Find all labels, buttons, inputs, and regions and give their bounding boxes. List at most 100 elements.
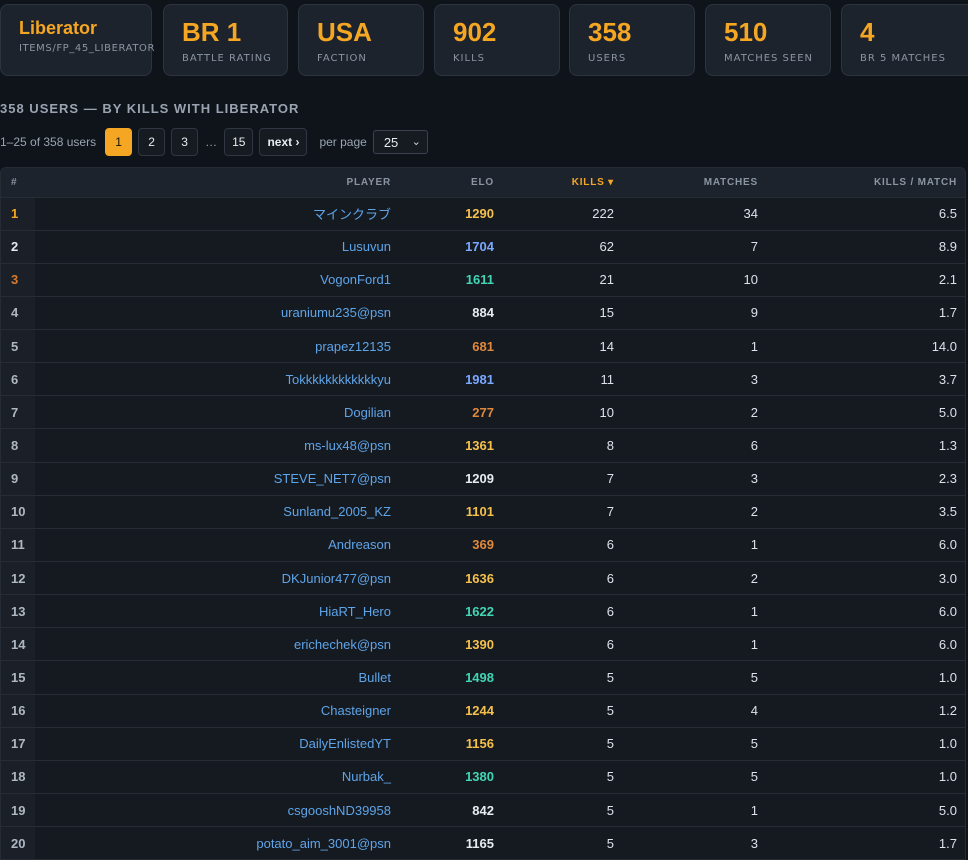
elo-cell: 1156 <box>465 736 494 752</box>
table-body: 1 マインクラブ 1290 222 34 6.5 2 Lusuvun 1704 62 7 8.9 3 Vo… <box>1 197 965 859</box>
rank-cell: 12 <box>1 561 35 595</box>
player-link[interactable]: STEVE_NET7@psn <box>35 462 401 495</box>
player-link[interactable]: Tokkkkkkkkkkkkyu <box>35 363 401 396</box>
table-row: 18 Nurbak_ 1380 5 5 1.0 <box>1 760 965 794</box>
weapon-name: Liberator <box>19 18 98 38</box>
column-header-player[interactable]: PLAYER <box>35 168 401 197</box>
kills-per-match-cell: 6.0 <box>938 537 957 553</box>
next-page-button[interactable]: next › <box>259 128 308 156</box>
player-link[interactable]: Dogilian <box>35 396 401 429</box>
column-header-rank[interactable]: # <box>1 168 35 197</box>
rank-cell: 19 <box>1 793 35 827</box>
column-header-matches[interactable]: MATCHES <box>624 168 768 197</box>
elo-cell: 1704 <box>465 239 494 255</box>
column-header-kills[interactable]: KILLS ▾ <box>504 168 624 197</box>
rank-cell: 16 <box>1 694 35 728</box>
rank-cell: 13 <box>1 594 35 628</box>
table-row: 7 Dogilian 277 10 2 5.0 <box>1 395 965 429</box>
player-link[interactable]: Bullet <box>35 661 401 694</box>
users-label: USERS <box>588 53 627 64</box>
elo-cell: 1636 <box>465 570 494 586</box>
table-row: 20 potato_aim_3001@psn 1165 5 3 1.7 <box>1 826 965 859</box>
matches-cell: 1 <box>750 636 758 652</box>
kills-per-match-cell: 6.0 <box>938 636 957 652</box>
elo-cell: 1209 <box>465 471 494 487</box>
kills-per-match-cell: 1.7 <box>938 305 957 321</box>
kills-cell: 5 <box>606 769 614 785</box>
kills-cell: 5 <box>606 703 614 719</box>
kills-cell: 10 <box>599 404 614 420</box>
kills-cell: 21 <box>599 272 614 288</box>
battle-rating-value: BR 1 <box>182 17 242 47</box>
player-link[interactable]: ms-lux48@psn <box>35 429 401 462</box>
page-1-button[interactable]: 1 <box>105 128 133 156</box>
player-link[interactable]: Lusuvun <box>35 230 401 263</box>
rank-cell: 7 <box>1 395 35 429</box>
page-2-button[interactable]: 2 <box>138 128 166 156</box>
kills-per-match-cell: 6.0 <box>938 603 957 619</box>
kills-per-match-cell: 6.5 <box>938 206 957 222</box>
player-link[interactable]: prapez12135 <box>35 330 401 363</box>
matches-cell: 1 <box>750 603 758 619</box>
kills-per-match-cell: 1.3 <box>938 438 957 454</box>
matches-cell: 2 <box>750 504 758 520</box>
table-row: 1 マインクラブ 1290 222 34 6.5 <box>1 197 965 231</box>
matches-cell: 2 <box>750 570 758 586</box>
table-row: 9 STEVE_NET7@psn 1209 7 3 2.3 <box>1 462 965 496</box>
player-link[interactable]: DailyEnlistedYT <box>35 727 401 760</box>
elo-cell: 1165 <box>465 835 494 851</box>
kills-cell: 5 <box>606 835 614 851</box>
player-link[interactable]: DKJunior477@psn <box>35 562 401 595</box>
player-link[interactable]: Chasteigner <box>35 694 401 727</box>
weapon-name-card: Liberator ITEMS/FP_45_LIBERATOR <box>0 4 154 76</box>
kills-cell: 15 <box>599 305 614 321</box>
table-row: 6 Tokkkkkkkkkkkkyu 1981 11 3 3.7 <box>1 362 965 396</box>
matches-cell: 9 <box>750 305 758 321</box>
kills-cell: 7 <box>606 471 614 487</box>
column-header-elo[interactable]: ELO <box>401 168 504 197</box>
kills-per-match-cell: 1.7 <box>938 835 957 851</box>
rank-cell: 6 <box>1 362 35 396</box>
player-link[interactable]: Nurbak_ <box>35 760 401 793</box>
kills-cell: 62 <box>599 239 614 255</box>
elo-cell: 842 <box>472 802 494 818</box>
table-row: 5 prapez12135 681 14 1 14.0 <box>1 329 965 363</box>
player-link[interactable]: Sunland_2005_KZ <box>35 495 401 528</box>
last-page-button[interactable]: 15 <box>224 128 254 156</box>
matches-cell: 2 <box>750 404 758 420</box>
matches-cell: 3 <box>750 371 758 387</box>
elo-cell: 1244 <box>465 703 494 719</box>
column-header-kills-per-match[interactable]: KILLS / MATCH <box>768 168 965 197</box>
kills-per-match-cell: 5.0 <box>938 802 957 818</box>
elo-cell: 681 <box>472 338 494 354</box>
kills-cell: 5 <box>606 802 614 818</box>
player-link[interactable]: csgooshND39958 <box>35 794 401 827</box>
per-page-select[interactable]: 25 ⌄ <box>372 130 428 154</box>
br5-matches-card: 4 BR 5 MATCHES <box>841 4 968 76</box>
kills-cell: 6 <box>606 603 614 619</box>
matches-cell: 1 <box>750 802 758 818</box>
player-link[interactable]: Andreason <box>35 528 401 561</box>
table-row: 14 erichechek@psn 1390 6 1 6.0 <box>1 627 965 661</box>
kills-per-match-cell: 1.0 <box>938 769 957 785</box>
table-row: 12 DKJunior477@psn 1636 6 2 3.0 <box>1 561 965 595</box>
faction-card: USA FACTION <box>298 4 424 76</box>
player-link[interactable]: uraniumu235@psn <box>35 296 401 329</box>
elo-cell: 1611 <box>465 272 494 288</box>
matches-cell: 4 <box>750 703 758 719</box>
faction-value: USA <box>317 17 372 47</box>
br5-matches-label: BR 5 MATCHES <box>860 53 946 64</box>
kills-per-match-cell: 1.0 <box>938 670 957 686</box>
br5-matches-value: 4 <box>860 17 875 47</box>
battle-rating-card: BR 1 BATTLE RATING <box>163 4 288 76</box>
player-link[interactable]: HiaRT_Hero <box>35 595 401 628</box>
matches-seen-label: MATCHES SEEN <box>724 53 814 64</box>
player-link[interactable]: potato_aim_3001@psn <box>35 827 401 859</box>
player-link[interactable]: マインクラブ <box>35 197 401 230</box>
kills-cell: 6 <box>606 570 614 586</box>
kills-label: KILLS <box>453 53 485 64</box>
page-3-button[interactable]: 3 <box>171 128 199 156</box>
player-link[interactable]: erichechek@psn <box>35 628 401 661</box>
rank-cell: 3 <box>1 263 35 297</box>
player-link[interactable]: VogonFord1 <box>35 263 401 296</box>
